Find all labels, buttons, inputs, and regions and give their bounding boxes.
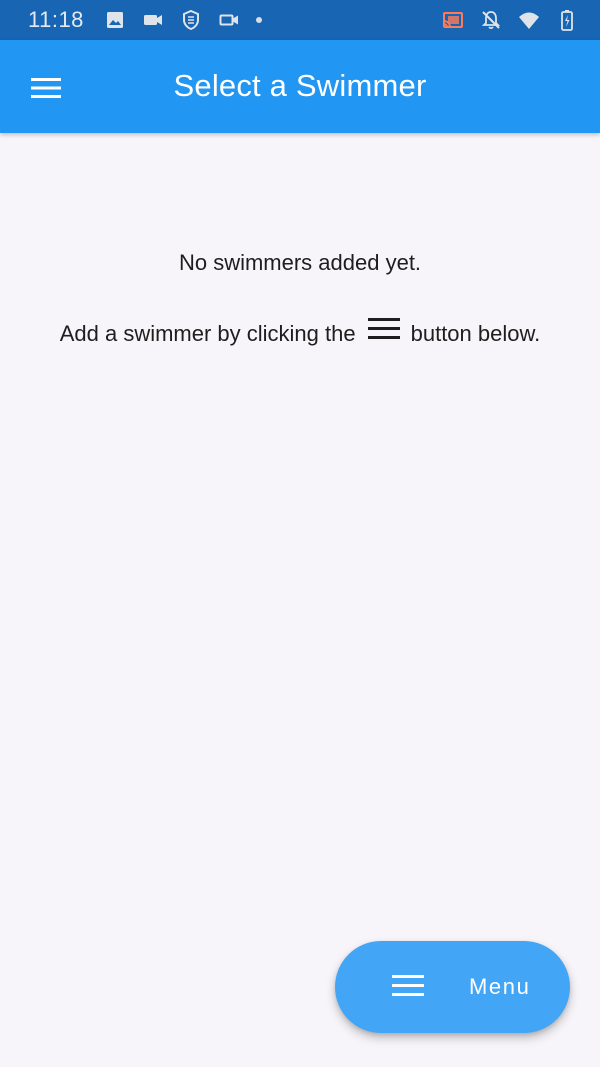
status-system-icons <box>442 9 578 31</box>
shield-icon <box>180 9 202 31</box>
status-notification-icons <box>104 9 262 31</box>
menu-fab-label: Menu <box>469 974 531 999</box>
notifications-off-icon <box>480 9 502 31</box>
video-icon <box>142 9 164 31</box>
status-time: 11:18 <box>28 7 84 32</box>
cast-icon <box>442 9 464 31</box>
status-bar: 11:18 <box>0 0 600 40</box>
menu-fab-button[interactable]: Menu <box>335 941 570 1033</box>
hamburger-icon <box>392 975 424 996</box>
empty-state-hint: Add a swimmer by clicking the button bel… <box>0 316 600 352</box>
empty-state-message: No swimmers added yet. <box>178 250 422 275</box>
hint-text-after: button below. <box>410 321 541 346</box>
wifi-icon <box>518 9 540 31</box>
more-notifications-dot <box>256 17 262 23</box>
app-bar: Select a Swimmer <box>0 40 600 133</box>
gallery-icon <box>104 9 126 31</box>
hamburger-icon <box>366 316 402 342</box>
camera-icon <box>218 9 240 31</box>
page-title: Select a Swimmer <box>173 68 427 103</box>
hint-text-before: Add a swimmer by clicking the <box>59 321 356 346</box>
battery-icon <box>556 9 578 31</box>
